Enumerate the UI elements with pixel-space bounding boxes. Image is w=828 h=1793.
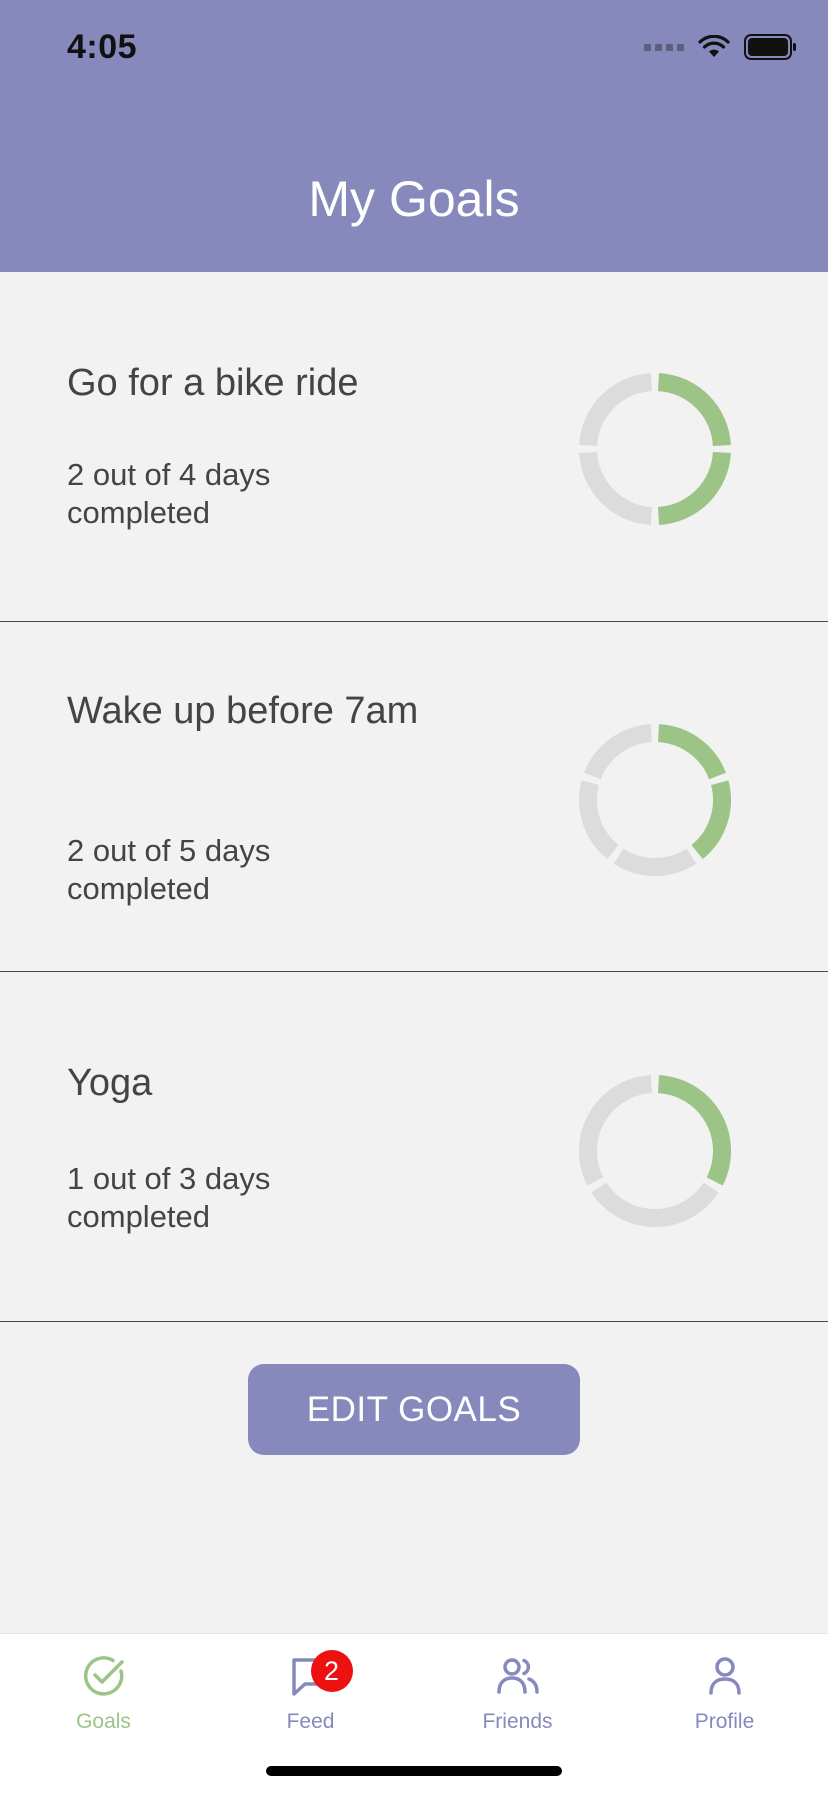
ring-segment-remaining	[591, 1182, 719, 1227]
app-header: 4:05 My Goals	[0, 0, 828, 272]
tab-label: Feed	[286, 1710, 335, 1733]
goal-name: Wake up before 7am	[67, 690, 419, 732]
ring-segment-remaining	[613, 848, 697, 876]
ring-segment-done	[657, 451, 731, 525]
goal-progress-text: 1 out of 3 days completed	[67, 1161, 271, 1234]
home-indicator	[266, 1766, 562, 1776]
goal-name: Go for a bike ride	[67, 362, 359, 404]
edit-goals-button[interactable]: EDIT GOALS	[248, 1364, 580, 1455]
goal-progress-ring	[579, 373, 731, 525]
wifi-icon	[698, 35, 730, 57]
tab-profile[interactable]: Profile	[621, 1634, 828, 1754]
goal-card[interactable]: Go for a bike ride 2 out of 4 days compl…	[0, 272, 828, 622]
status-time: 4:05	[67, 28, 138, 66]
page-title: My Goals	[308, 171, 520, 227]
tab-label: Friends	[482, 1710, 553, 1733]
goal-card[interactable]: Wake up before 7am 2 out of 5 days compl…	[0, 622, 828, 972]
tab-label: Profile	[694, 1710, 755, 1733]
check-circle-icon	[80, 1652, 128, 1700]
ring-segment-remaining	[579, 1075, 653, 1186]
tab-goals[interactable]: Goals	[0, 1634, 207, 1754]
chat-bubble-icon: 2	[287, 1650, 353, 1700]
ring-segment-remaining	[579, 451, 653, 525]
notification-badge: 2	[310, 1650, 353, 1692]
status-icons	[644, 34, 798, 60]
goal-name: Yoga	[67, 1062, 153, 1104]
tab-feed[interactable]: 2 Feed	[207, 1634, 414, 1754]
cellular-signal-icon	[644, 43, 684, 51]
goal-progress-text: 2 out of 4 days completed	[67, 457, 271, 530]
ring-segment-done	[691, 780, 731, 860]
ring-segment-remaining	[584, 724, 653, 780]
users-icon	[494, 1652, 542, 1700]
goal-progress-ring	[579, 724, 731, 876]
ring-segment-done	[657, 1075, 731, 1186]
goal-card[interactable]: Yoga 1 out of 3 days completed	[0, 972, 828, 1322]
tab-friends[interactable]: Friends	[414, 1634, 621, 1754]
ring-segment-remaining	[579, 780, 619, 860]
user-icon	[701, 1652, 749, 1700]
ring-segment-done	[657, 724, 726, 780]
battery-icon	[744, 34, 796, 60]
goal-progress-text: 2 out of 5 days completed	[67, 833, 271, 906]
tab-label: Goals	[76, 1710, 131, 1733]
ring-segment-remaining	[579, 373, 653, 447]
ring-segment-done	[657, 373, 731, 447]
goal-progress-ring	[579, 1075, 731, 1227]
